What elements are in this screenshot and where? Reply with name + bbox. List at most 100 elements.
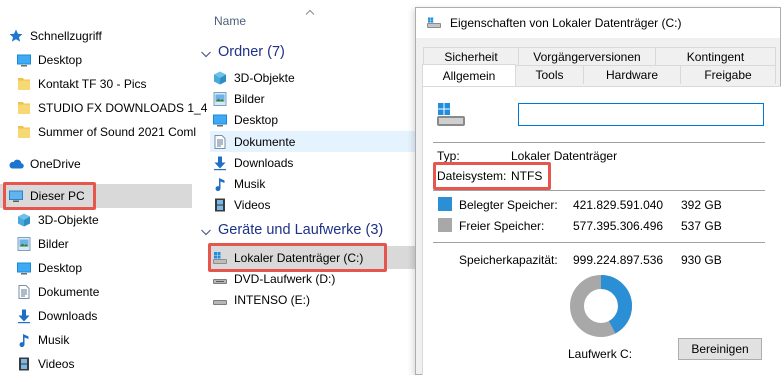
separator (433, 190, 765, 191)
nav-item-this-pc[interactable]: Dieser PC (0, 184, 192, 208)
cleanup-button[interactable]: Bereinigen (678, 338, 762, 360)
tab-label: Freigabe (704, 68, 752, 82)
type-value: Lokaler Datenträger (511, 149, 618, 163)
folder-item-music[interactable]: Musik (212, 173, 265, 194)
folder-item-documents[interactable]: Dokumente (212, 131, 295, 152)
nav-item-quick-access[interactable]: Schnellzugriff (8, 24, 200, 48)
nav-item-pictures[interactable]: Bilder (16, 232, 208, 256)
tab-label: Tools (535, 68, 564, 82)
disk-usage-donut (570, 275, 632, 337)
nav-item-music[interactable]: Musik (16, 328, 208, 352)
nav-item-label: Downloads (38, 309, 98, 323)
nav-item-onedrive[interactable]: OneDrive (8, 152, 200, 176)
tab-general[interactable]: Allgemein (422, 64, 516, 86)
nav-item-desktop-quick[interactable]: Desktop (16, 48, 208, 72)
drive-name-input[interactable] (518, 103, 764, 126)
free-space-swatch (438, 218, 452, 232)
folder-item-label: Downloads (234, 155, 294, 170)
star-icon (8, 28, 24, 44)
nav-item-desktop[interactable]: Desktop (16, 256, 208, 280)
tab-hardware[interactable]: Hardware (583, 65, 681, 84)
chevron-down-icon (200, 47, 212, 58)
folder-item-label: Dokumente (234, 134, 296, 149)
nav-item-studio-fx-folder[interactable]: STUDIO FX DOWNLOADS 1_4 (16, 96, 208, 120)
properties-dialog: Eigenschaften von Lokaler Datenträger (C… (415, 7, 781, 375)
chevron-down-icon (200, 225, 212, 236)
nav-item-label: Dieser PC (30, 189, 85, 203)
pictures-icon (212, 91, 228, 107)
film-icon (16, 356, 32, 372)
free-space-label: Freier Speicher: (459, 219, 545, 233)
drive-item-label: DVD-Laufwerk (D:) (234, 271, 336, 286)
documents-icon (16, 284, 32, 300)
group-header-drives[interactable]: Geräte und Laufwerke (3) (200, 222, 383, 238)
nav-item-videos[interactable]: Videos (16, 352, 208, 375)
cube-icon (16, 212, 32, 228)
nav-item-label: Desktop (38, 53, 83, 67)
folder-item-desktop[interactable]: Desktop (212, 109, 278, 130)
used-space-gb: 392 GB (681, 198, 722, 212)
download-arrow-icon (16, 308, 32, 324)
pictures-icon (16, 236, 32, 252)
tab-label: Hardware (605, 68, 659, 82)
nav-item-kontakt-folder[interactable]: Kontakt TF 30 - Pics (16, 72, 208, 96)
cube-icon (212, 70, 228, 86)
windows-drive-icon (426, 17, 442, 29)
group-header-folders[interactable]: Ordner (7) (200, 44, 285, 60)
dialog-titlebar[interactable]: Eigenschaften von Lokaler Datenträger (C… (416, 8, 780, 38)
filesystem-label: Dateisystem: (437, 169, 507, 183)
nav-item-downloads[interactable]: Downloads (16, 304, 208, 328)
tab-label: Sicherheit (444, 50, 498, 64)
filesystem-value: NTFS (511, 169, 543, 183)
tab-sharing[interactable]: Freigabe (680, 65, 776, 84)
nav-item-label: Dokumente (38, 285, 100, 299)
drive-item-e[interactable]: INTENSO (E:) (212, 289, 310, 310)
column-header-name[interactable]: Name (214, 14, 246, 28)
used-space-bytes: 421.829.591.040 (573, 198, 664, 212)
nav-item-3d-objects[interactable]: 3D-Objekte (16, 208, 208, 232)
free-space-gb: 537 GB (681, 219, 722, 233)
folder-icon (16, 124, 32, 140)
used-space-swatch (438, 197, 452, 211)
music-note-icon (16, 332, 32, 348)
separator (433, 242, 765, 243)
dvd-drive-icon (212, 271, 228, 287)
nav-item-label: OneDrive (30, 157, 81, 171)
folder-item-downloads[interactable]: Downloads (212, 152, 293, 173)
group-title: Ordner (7) (218, 44, 285, 60)
folder-icon (16, 76, 32, 92)
folder-item-label: Videos (234, 197, 271, 212)
tab-quota[interactable]: Kontingent (655, 47, 776, 66)
film-icon (212, 197, 228, 213)
nav-item-label: Schnellzugriff (30, 29, 102, 43)
used-space-label: Belegter Speicher: (459, 198, 558, 212)
cloud-icon (8, 156, 24, 172)
drive-item-c[interactable]: Lokaler Datenträger (C:) (212, 247, 363, 268)
folder-item-label: Musik (234, 176, 266, 191)
folder-item-label: Bilder (234, 91, 265, 106)
drive-letter-label: Laufwerk C: (568, 347, 633, 361)
folder-item-videos[interactable]: Videos (212, 194, 270, 215)
nav-item-label: STUDIO FX DOWNLOADS 1_4 (38, 101, 208, 115)
nav-item-documents[interactable]: Dokumente (16, 280, 208, 304)
folder-icon (16, 100, 32, 116)
tab-label: Vorgängerversionen (533, 50, 641, 64)
nav-item-label: Bilder (38, 237, 69, 251)
tab-label: Kontingent (686, 50, 745, 64)
documents-icon (212, 134, 228, 150)
type-label: Typ: (437, 149, 460, 163)
windows-drive-icon (435, 101, 467, 129)
nav-item-label: Summer of Sound 2021 Coml (38, 125, 197, 139)
computer-icon (8, 188, 24, 204)
tab-tools[interactable]: Tools (515, 65, 584, 84)
nav-item-summer-folder[interactable]: Summer of Sound 2021 Coml (16, 120, 208, 144)
folder-item-3d-objects[interactable]: 3D-Objekte (212, 67, 295, 88)
windows-drive-icon (212, 250, 228, 266)
free-space-bytes: 577.395.306.496 (573, 219, 664, 233)
tab-previous-versions[interactable]: Vorgängerversionen (518, 47, 656, 66)
separator (433, 142, 765, 143)
folder-item-pictures[interactable]: Bilder (212, 88, 265, 109)
drive-item-d[interactable]: DVD-Laufwerk (D:) (212, 268, 335, 289)
dialog-title: Eigenschaften von Lokaler Datenträger (C… (450, 16, 682, 30)
desktop-icon (212, 112, 228, 128)
